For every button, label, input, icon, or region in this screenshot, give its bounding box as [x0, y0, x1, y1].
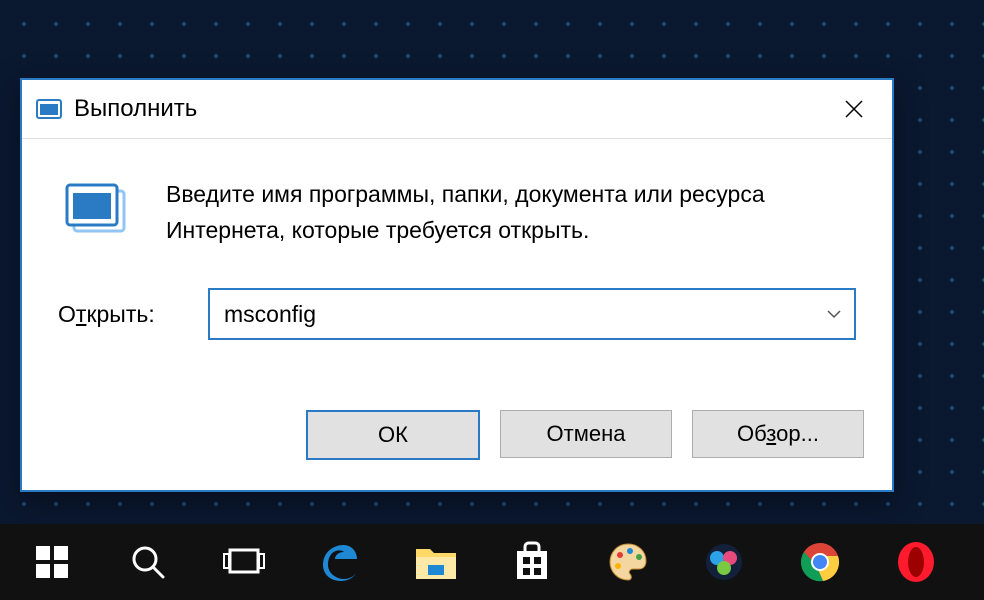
chevron-down-icon	[826, 306, 842, 322]
edge-button[interactable]	[292, 524, 388, 600]
dropdown-button[interactable]	[814, 290, 854, 338]
ok-button-label: ОК	[378, 422, 408, 448]
run-icon-large	[58, 177, 136, 239]
paintnet-icon	[702, 540, 746, 584]
instructions-text: Введите имя программы, папки, документа …	[166, 177, 806, 248]
ok-button[interactable]: ОК	[306, 410, 480, 460]
edge-icon	[319, 541, 361, 583]
button-row: ОК Отмена Обзор...	[22, 410, 892, 490]
desktop: Выполнить Введите имя программы, папки, …	[0, 0, 984, 600]
palette-icon	[606, 540, 650, 584]
start-button[interactable]	[4, 524, 100, 600]
store-icon	[511, 541, 553, 583]
browse-button-label: Обзор...	[737, 421, 819, 447]
run-icon	[36, 97, 64, 121]
opera-icon	[896, 541, 936, 583]
open-label: Открыть:	[58, 301, 178, 328]
titlebar: Выполнить	[22, 80, 892, 138]
paint-button[interactable]	[580, 524, 676, 600]
close-button[interactable]	[824, 85, 884, 133]
opera-button[interactable]	[868, 524, 964, 600]
browse-button[interactable]: Обзор...	[692, 410, 864, 458]
open-input[interactable]	[210, 290, 814, 338]
dialog-title: Выполнить	[74, 95, 824, 123]
search-button[interactable]	[100, 524, 196, 600]
open-combobox[interactable]	[208, 288, 856, 340]
dialog-body: Введите имя программы, папки, документа …	[22, 138, 892, 410]
file-explorer-button[interactable]	[388, 524, 484, 600]
task-view-icon	[222, 544, 266, 580]
task-view-button[interactable]	[196, 524, 292, 600]
run-dialog: Выполнить Введите имя программы, папки, …	[20, 78, 894, 492]
cancel-button-label: Отмена	[547, 421, 626, 447]
search-icon	[128, 542, 168, 582]
chrome-button[interactable]	[772, 524, 868, 600]
folder-icon	[414, 543, 458, 581]
store-button[interactable]	[484, 524, 580, 600]
close-icon	[844, 99, 864, 119]
cancel-button[interactable]: Отмена	[500, 410, 672, 458]
paintnet-button[interactable]	[676, 524, 772, 600]
taskbar	[0, 524, 984, 600]
windows-icon	[34, 544, 70, 580]
chrome-icon	[799, 541, 841, 583]
